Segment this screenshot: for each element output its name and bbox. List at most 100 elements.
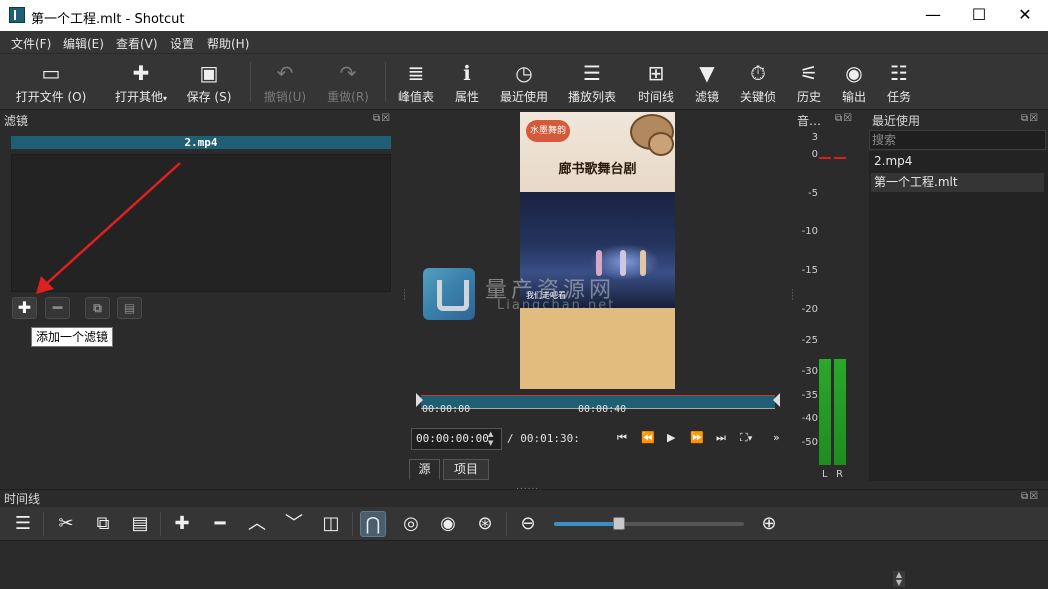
scrubber[interactable]: 00:00:00 00:00:40 xyxy=(416,393,780,419)
add-filter-tooltip: 添加一个滤镜 xyxy=(31,327,114,347)
skip-to-end-button[interactable]: ⏭ xyxy=(716,431,726,445)
zoom-in-icon: ⊕ xyxy=(761,513,777,534)
zoom-fit-button[interactable]: ⛶▾ xyxy=(740,431,752,445)
save-disk-icon: ▣ xyxy=(199,61,219,85)
timeline-title-bar xyxy=(0,489,1048,507)
video-preview[interactable]: 水墨舞韵 廊书歌舞台剧 我们走吧看 xyxy=(520,112,675,389)
clock-icon: ◷ xyxy=(515,61,533,85)
maximize-button[interactable]: ☐ xyxy=(956,0,1002,31)
export-button[interactable]: ◉ 输出 xyxy=(840,60,868,105)
ripple-button[interactable]: ◉ xyxy=(435,511,461,537)
audio-meter-title: 音… xyxy=(797,114,822,128)
title-bar: 第一个工程.mlt - Shotcut — ☐ ✕ xyxy=(0,0,1048,31)
menu-settings[interactable]: 设置 xyxy=(170,35,194,52)
ripple-all-tracks-button[interactable]: ⊛ xyxy=(472,511,498,537)
ripple-delete-button[interactable]: ━ xyxy=(207,511,233,537)
filter-list[interactable] xyxy=(11,154,391,292)
watermark-logo-icon xyxy=(423,268,475,320)
overwrite-button[interactable]: ﹀ xyxy=(281,511,307,537)
redo-button[interactable]: ↷ 重做(R) xyxy=(325,60,371,105)
vertical-splitter-handle[interactable]: ···· xyxy=(791,287,794,305)
save-button[interactable]: ▣ 保存 (S) xyxy=(181,60,237,105)
menu-help[interactable]: 帮助(H) xyxy=(207,35,249,52)
bar-meter-icon: ≣ xyxy=(407,61,425,85)
timeline-tracks-area[interactable] xyxy=(0,542,1048,589)
db-label: -15 xyxy=(801,265,818,276)
menu-file[interactable]: 文件(F) xyxy=(11,35,51,52)
copy-icon: ⧉ xyxy=(96,513,110,534)
left-peak-indicator xyxy=(819,157,831,159)
menu-edit[interactable]: 编辑(E) xyxy=(63,35,104,52)
timeline-scroll-stepper[interactable]: ▲ ▼ xyxy=(893,571,905,587)
zoom-out-icon: ⊖ xyxy=(520,513,536,534)
keyframes-button[interactable]: ⏱ 关键侦 xyxy=(737,60,779,105)
menu-bar: 文件(F) 编辑(E) 查看(V) 设置 帮助(H) xyxy=(0,31,1048,53)
out-point-marker[interactable] xyxy=(773,393,780,407)
remove-filter-button[interactable]: ━ xyxy=(45,297,70,319)
recent-list xyxy=(869,151,1048,481)
list-icon: ☰ xyxy=(583,61,601,85)
fast-forward-button[interactable]: ⏩ xyxy=(690,431,704,444)
filters-panel-title: 滤镜 xyxy=(4,114,29,128)
toolbar-separator xyxy=(250,62,251,102)
zoom-slider-handle[interactable] xyxy=(613,517,625,530)
copy-button[interactable]: ⧉ xyxy=(90,511,116,537)
paste-button[interactable]: ▤ xyxy=(127,511,153,537)
tab-source[interactable]: 源 xyxy=(409,459,440,480)
stopwatch-icon: ⏱ xyxy=(750,61,766,85)
snap-button[interactable]: ⋂ xyxy=(360,511,386,537)
audio-dock-buttons[interactable]: ⧉☒ xyxy=(835,113,853,125)
timeline-menu-button[interactable]: ☰ xyxy=(10,511,36,537)
right-peak-indicator xyxy=(834,157,846,159)
ripple-target-icon: ◉ xyxy=(440,513,456,534)
recent-item[interactable]: 2.mp4 xyxy=(871,152,1044,171)
undo-button[interactable]: ↶ 撤销(U) xyxy=(262,60,308,105)
zoom-in-button[interactable]: ⊕ xyxy=(756,511,782,537)
cut-button[interactable]: ✂ xyxy=(53,511,79,537)
recent-button[interactable]: ◷ 最近使用 xyxy=(498,60,550,105)
video-banner: 水墨舞韵 廊书歌舞台剧 xyxy=(520,112,675,192)
funnel-icon: ▼ xyxy=(699,61,715,85)
copy-filter-button[interactable]: ⧉ xyxy=(85,297,110,319)
playlist-button[interactable]: ☰ 播放列表 xyxy=(566,60,618,105)
toolbar-separator xyxy=(352,512,353,536)
timecode-stepper[interactable]: ▲ ▼ xyxy=(488,430,493,448)
timeline-dock-buttons[interactable]: ⧉☒ xyxy=(1021,491,1039,503)
filters-button[interactable]: ▼ 滤镜 xyxy=(692,60,722,105)
minimize-button[interactable]: — xyxy=(910,0,956,31)
clipboard-icon: ▤ xyxy=(123,301,136,315)
tab-project[interactable]: 项目 xyxy=(443,459,489,480)
history-icon: ⚟ xyxy=(800,61,818,85)
timeline-button[interactable]: ⊞ 时间线 xyxy=(636,60,676,105)
magnet-icon: ⋂ xyxy=(365,514,381,535)
redo-icon: ↷ xyxy=(339,61,357,85)
play-button[interactable]: ▶ xyxy=(667,431,675,444)
open-other-button[interactable]: ✚ 打开其他▾ xyxy=(111,60,171,105)
menu-view[interactable]: 查看(V) xyxy=(116,35,158,52)
skip-to-start-button[interactable]: ⏮ xyxy=(617,431,627,445)
eye-icon: ◎ xyxy=(403,513,419,534)
watermark-subtext: Liangchan.net xyxy=(497,298,616,313)
append-button[interactable]: ✚ xyxy=(169,511,195,537)
more-controls-button[interactable]: » xyxy=(773,431,780,444)
rewind-button[interactable]: ⏪ xyxy=(641,431,655,444)
lift-button[interactable]: ︿ xyxy=(244,511,270,537)
minus-icon: ━ xyxy=(52,298,63,317)
peak-meter-button[interactable]: ≣ 峰值表 xyxy=(396,60,436,105)
recent-dock-buttons[interactable]: ⧉☒ xyxy=(1021,113,1039,125)
recent-item[interactable]: 第一个工程.mlt xyxy=(871,173,1044,192)
hamburger-icon: ☰ xyxy=(14,513,32,534)
history-button[interactable]: ⚟ 历史 xyxy=(795,60,823,105)
scrub-while-dragging-button[interactable]: ◎ xyxy=(398,511,424,537)
open-file-button[interactable]: ▭ 打开文件 (O) xyxy=(13,60,89,105)
split-button[interactable]: ◫ xyxy=(318,511,344,537)
add-filter-button[interactable]: ✚ xyxy=(12,297,37,319)
properties-button[interactable]: ℹ 属性 xyxy=(451,60,483,105)
filters-dock-buttons[interactable]: ⧉☒ xyxy=(373,113,391,125)
zoom-out-button[interactable]: ⊖ xyxy=(515,511,541,537)
jobs-button[interactable]: ☷ 任务 xyxy=(885,60,913,105)
paste-filter-button[interactable]: ▤ xyxy=(117,297,142,319)
vertical-splitter-handle[interactable]: ···· xyxy=(403,287,406,305)
close-button[interactable]: ✕ xyxy=(1002,0,1048,31)
recent-search-input[interactable]: 搜索 xyxy=(869,130,1046,150)
